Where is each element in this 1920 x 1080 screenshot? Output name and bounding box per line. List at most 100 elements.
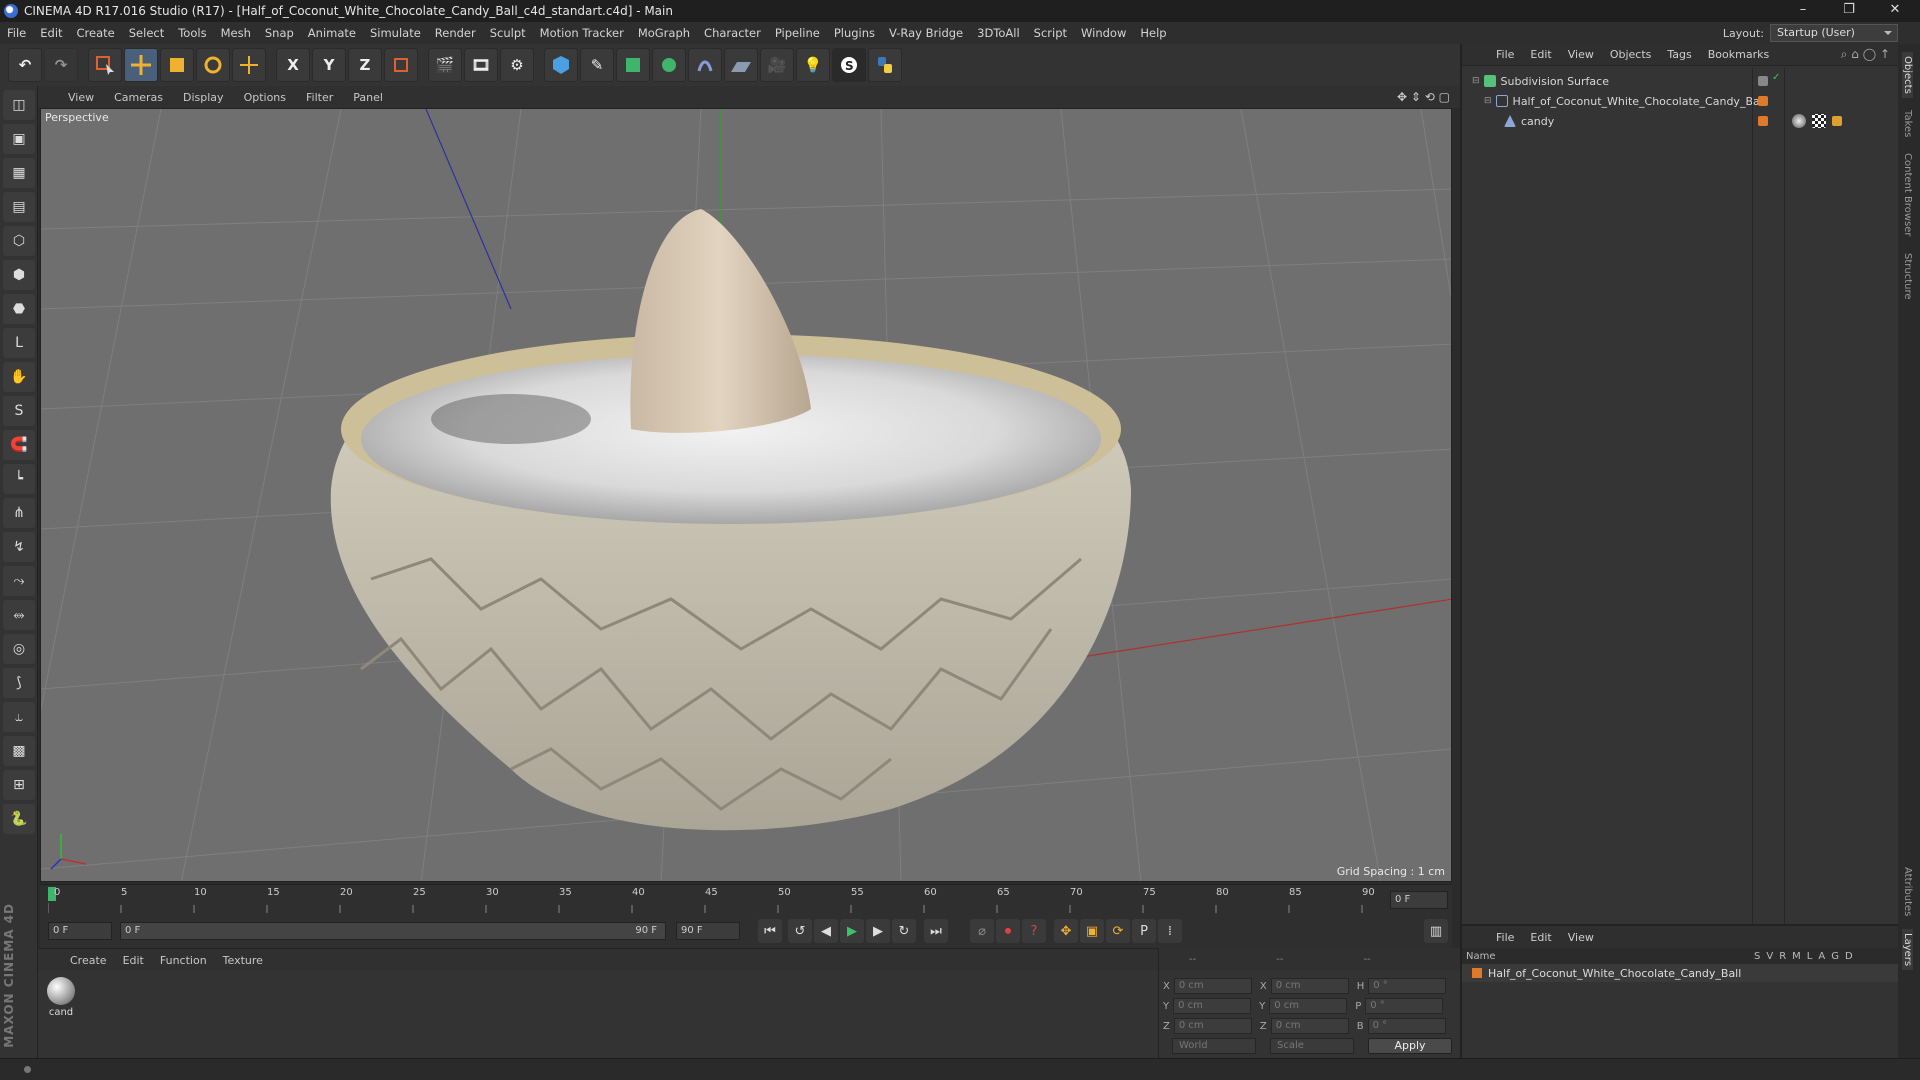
size-z-field[interactable]: 0 cm <box>1270 1018 1349 1034</box>
model-mode-icon[interactable]: ▣ <box>3 124 35 154</box>
subdivision-surface-icon[interactable] <box>616 48 650 82</box>
objects-menu-tags[interactable]: Tags <box>1659 48 1699 61</box>
texture-mode-icon[interactable]: ▦ <box>3 158 35 188</box>
undo-icon[interactable]: ↶ <box>8 48 42 82</box>
maximize-button[interactable]: ❐ <box>1826 0 1872 22</box>
tab-structure[interactable]: Structure <box>1902 249 1913 304</box>
menu-character[interactable]: Character <box>697 26 768 40</box>
y-axis-lock-icon[interactable]: Y <box>312 48 346 82</box>
go-to-start-icon[interactable]: ⏮ <box>758 919 782 943</box>
size-x-field[interactable]: 0 cm <box>1270 978 1349 994</box>
x-axis-lock-icon[interactable]: X <box>276 48 310 82</box>
layer-color-icon[interactable] <box>1758 96 1768 106</box>
vray-icon[interactable]: S <box>832 48 866 82</box>
sculpt-flatten-icon[interactable]: ⥈ <box>3 600 35 630</box>
tweak-mode-icon[interactable]: ✋ <box>3 362 35 392</box>
auto-keying-icon[interactable]: ⏺ <box>996 919 1020 943</box>
viewport-nav-icons[interactable]: ✥ ⇕ ⟲ ▢ <box>1397 90 1450 104</box>
menu-animate[interactable]: Animate <box>301 26 363 40</box>
scale-tool-icon[interactable] <box>160 48 194 82</box>
menu-tools[interactable]: Tools <box>171 26 213 40</box>
menu-sculpt[interactable]: Sculpt <box>483 26 533 40</box>
frame-range-slider[interactable]: 0 F 90 F <box>120 922 666 940</box>
menu-render[interactable]: Render <box>428 26 483 40</box>
grid-lock-icon[interactable]: ▩ <box>3 736 35 766</box>
material-menu-create[interactable]: Create <box>62 954 115 967</box>
transform-mode-dropdown[interactable]: Scale <box>1270 1038 1354 1054</box>
redo-icon[interactable]: ↷ <box>44 48 78 82</box>
menu-script[interactable]: Script <box>1027 26 1074 40</box>
material-menu-function[interactable]: Function <box>152 954 215 967</box>
layout-dropdown[interactable]: Startup (User) <box>1770 24 1898 42</box>
z-axis-lock-icon[interactable]: Z <box>348 48 382 82</box>
pen-spline-icon[interactable]: ✎ <box>580 48 614 82</box>
viewport-menu-display[interactable]: Display <box>173 91 234 104</box>
play-icon[interactable]: ▶ <box>840 919 864 943</box>
end-frame-field[interactable]: 90 F <box>676 922 740 940</box>
tab-content-browser[interactable]: Content Browser <box>1902 149 1913 240</box>
layers-menu-edit[interactable]: Edit <box>1522 931 1559 944</box>
cube-primitive-icon[interactable] <box>544 48 578 82</box>
menu-motion-tracker[interactable]: Motion Tracker <box>533 26 631 40</box>
tab-layers[interactable]: Layers <box>1902 928 1913 970</box>
current-frame-field[interactable]: 0 F <box>1390 891 1448 909</box>
start-frame-field[interactable]: 0 F <box>48 922 112 940</box>
material-menu-edit[interactable]: Edit <box>115 954 152 967</box>
python-script-icon[interactable]: 🐍 <box>3 804 35 834</box>
position-y-field[interactable]: 0 cm <box>1173 998 1252 1014</box>
layer-row[interactable]: Half_of_Coconut_White_Chocolate_Candy_Ba… <box>1462 964 1900 982</box>
rotation-key-icon[interactable]: ⟳ <box>1106 919 1130 943</box>
sculpt-smooth-icon[interactable]: ⤳ <box>3 566 35 596</box>
record-keys-icon[interactable]: ⌀ <box>970 919 994 943</box>
polygons-mode-icon[interactable]: ⬣ <box>3 294 35 324</box>
minimize-button[interactable]: – <box>1780 0 1826 22</box>
rotate-tool-icon[interactable] <box>196 48 230 82</box>
tab-attributes[interactable]: Attributes <box>1902 863 1913 920</box>
previous-keyframe-icon[interactable]: ↺ <box>788 919 812 943</box>
layer-color-icon[interactable] <box>1758 116 1768 126</box>
scale-key-icon[interactable]: ▣ <box>1080 919 1104 943</box>
object-row-subdivision-surface[interactable]: ⊟ Subdivision Surface <box>1462 72 1900 90</box>
points-mode-icon[interactable]: ⬡ <box>3 226 35 256</box>
layer-color-icon[interactable] <box>1758 76 1768 86</box>
parameter-key-icon[interactable]: P <box>1132 919 1156 943</box>
position-z-field[interactable]: 0 cm <box>1173 1018 1252 1034</box>
camera-icon[interactable]: 🎥 <box>760 48 794 82</box>
menu-mograph[interactable]: MoGraph <box>631 26 697 40</box>
collapse-icon[interactable]: ⊟ <box>1472 76 1480 86</box>
apply-button[interactable]: Apply <box>1368 1038 1452 1054</box>
transform-tool-icon[interactable] <box>232 48 266 82</box>
collapse-icon[interactable]: ⊟ <box>1484 96 1492 106</box>
make-editable-icon[interactable]: ◫ <box>3 90 35 120</box>
menu-pipeline[interactable]: Pipeline <box>768 26 827 40</box>
menu-plugins[interactable]: Plugins <box>827 26 882 40</box>
objects-menu-view[interactable]: View <box>1560 48 1602 61</box>
tab-objects[interactable]: Objects <box>1902 52 1913 98</box>
rotation-h-field[interactable]: 0 ° <box>1368 978 1447 994</box>
menu-file[interactable]: File <box>0 26 33 40</box>
edges-mode-icon[interactable]: ⬢ <box>3 260 35 290</box>
menu-help[interactable]: Help <box>1133 26 1173 40</box>
close-button[interactable]: ✕ <box>1872 0 1918 22</box>
sculpt-inflate-icon[interactable]: ◎ <box>3 634 35 664</box>
objects-menu-edit[interactable]: Edit <box>1522 48 1559 61</box>
axis-mode-icon[interactable]: L <box>3 328 35 358</box>
go-to-end-icon[interactable]: ⏭ <box>924 919 948 943</box>
layer-color-swatch[interactable] <box>1472 968 1482 978</box>
workplane-icon[interactable]: ▤ <box>3 192 35 222</box>
menu-vray-bridge[interactable]: V-Ray Bridge <box>882 26 970 40</box>
render-settings-icon[interactable]: ⚙ <box>500 48 534 82</box>
next-keyframe-icon[interactable]: ↻ <box>892 919 916 943</box>
solo-mode-icon[interactable]: S <box>3 396 35 426</box>
live-selection-icon[interactable] <box>88 48 122 82</box>
deformer-icon[interactable] <box>688 48 722 82</box>
menu-create[interactable]: Create <box>70 26 122 40</box>
sculpt-grab-icon[interactable]: ⟆ <box>3 668 35 698</box>
rotation-p-field[interactable]: 0 ° <box>1365 998 1444 1014</box>
search-icon[interactable]: ⌕ ⌂ ◯ ↑ <box>1841 47 1890 62</box>
tab-takes[interactable]: Takes <box>1902 106 1913 141</box>
objects-menu-objects[interactable]: Objects <box>1602 48 1660 61</box>
move-tool-icon[interactable] <box>124 48 158 82</box>
sculpt-pinch-icon[interactable]: ⥿ <box>3 702 35 732</box>
viewport-menu-cameras[interactable]: Cameras <box>104 91 173 104</box>
